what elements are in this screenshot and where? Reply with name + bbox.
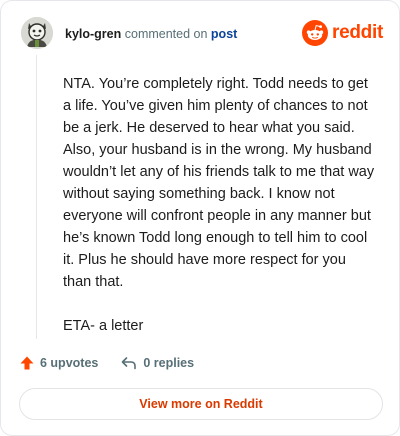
upvotes-count: 6 upvotes	[40, 356, 99, 370]
comment-body: NTA. You’re completely right. Todd needs…	[63, 73, 377, 359]
username-link[interactable]: kylo-gren	[65, 27, 121, 41]
embedded-comment-card: kylo-gren commented on post reddit NTA. …	[0, 0, 400, 436]
reddit-brand-link[interactable]: reddit	[302, 19, 383, 47]
reddit-wordmark: reddit	[332, 22, 383, 43]
view-more-button[interactable]: View more on Reddit	[19, 388, 383, 420]
comment-paragraph: ETA- a letter	[63, 318, 144, 334]
comment-header: kylo-gren commented on post reddit	[21, 17, 383, 51]
upvote-arrow-icon	[20, 356, 34, 370]
action-text: commented on	[124, 27, 208, 41]
reply-arrow-icon	[122, 357, 137, 370]
reddit-snoo-icon	[302, 20, 329, 46]
thread-line	[36, 55, 37, 339]
comment-byline: kylo-gren commented on post	[65, 26, 237, 42]
replies-stat[interactable]: 0 replies	[120, 355, 194, 371]
replies-count: 0 replies	[143, 356, 195, 370]
comment-stats: 6 upvotes 0 replies	[19, 353, 194, 373]
comment-paragraph: NTA. You’re completely right. Todd needs…	[63, 76, 375, 290]
avatar-image-icon	[21, 17, 53, 49]
upvotes-stat[interactable]: 6 upvotes	[19, 355, 98, 371]
post-link[interactable]: post	[211, 27, 237, 41]
user-avatar[interactable]	[21, 17, 53, 49]
